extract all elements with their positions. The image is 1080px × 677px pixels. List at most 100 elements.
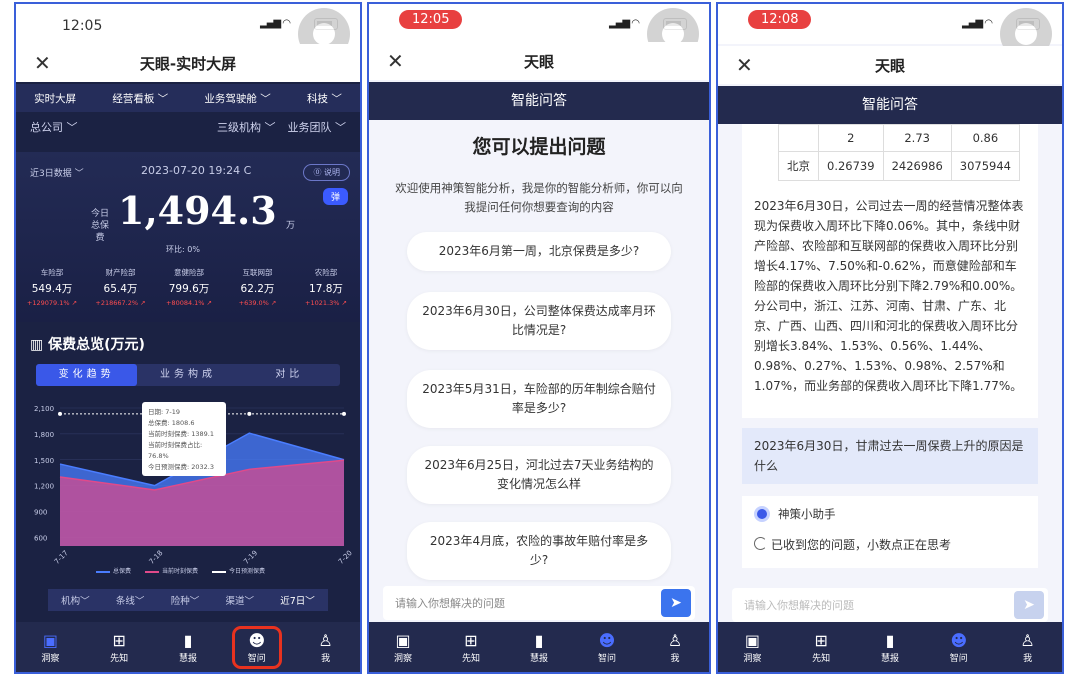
question-input[interactable]: 请输入你想解决的问题 ➤ — [383, 586, 695, 620]
x-tick-label: 7-19 — [242, 549, 259, 566]
assistant-name: 神策小助手 — [778, 507, 836, 521]
legend-total: 总保费 — [96, 566, 131, 575]
filter-product[interactable]: 险种﹀ — [171, 593, 200, 607]
range-select[interactable]: 近3日数据 ﹀ — [30, 166, 84, 179]
page-title: 天眼 — [874, 57, 905, 75]
tab-cockpit[interactable]: 业务驾驶舱 ﹀ — [204, 91, 270, 106]
user-icon: ♙ — [1020, 630, 1035, 650]
tab-me[interactable]: ♙ 我 — [1006, 631, 1050, 664]
x-tick-label: 7-17 — [53, 549, 70, 566]
tab-prophet[interactable]: ⊞ 先知 — [97, 631, 141, 664]
answer-text: 2023年6月30日，公司过去一周的经营情况整体表现为保费收入周环比下降0.06… — [754, 199, 1024, 393]
chart-filters: 机构﹀ 条线﹀ 险种﹀ 渠道﹀ 近7日﹀ — [48, 589, 328, 611]
tab-ask[interactable]: ☻ 智问 — [585, 631, 629, 664]
tab-me[interactable]: ♙ 我 — [304, 631, 348, 664]
kpi-unit: 万 — [286, 221, 296, 231]
suggested-question[interactable]: 2023年6月30日，公司整体保费达成率月环比情况是? — [407, 292, 671, 350]
send-icon[interactable]: ➤ — [1014, 591, 1044, 619]
tab-ask[interactable]: ☻ 智问 — [937, 631, 981, 664]
tab-ask[interactable]: ☻ 智问 — [231, 625, 282, 669]
suggested-question[interactable]: 2023年4月底，农险的事故年赔付率是多少? — [407, 522, 671, 580]
phone-realtime-screen: 12:05 ▂▄▆ ◠ ✕ 天眼-实时大屏 实时大屏 经营看板 ﹀ 业务驾驶舱 … — [14, 2, 362, 674]
thinking-status: 已收到您的问题，小数点正在思考 — [754, 536, 1026, 553]
kpi-value: 1,494.3 — [118, 188, 277, 233]
y-tick-label: 1,500 — [34, 457, 54, 465]
user-icon: ♙ — [318, 630, 333, 650]
clock: 12:05 — [62, 18, 103, 34]
dept-metrics: 车险部 549.4万 +129079.1% ↗ 财产险部 65.4万 +218667.2… — [22, 267, 356, 307]
x-tick-label: 7-20 — [337, 549, 354, 566]
tab-prophet[interactable]: ⊞ 先知 — [449, 631, 493, 664]
ratio-text: 环比: 0% — [166, 245, 200, 254]
table-row: 北京 0.26739 2426986 3075944 — [778, 151, 1021, 181]
metric-health[interactable]: 意健险部 799.6万 +80084.1% ↗ — [159, 267, 219, 307]
seg-trend[interactable]: 变化趋势 — [36, 364, 138, 386]
title-bar: ✕ 天眼-实时大屏 — [16, 44, 360, 82]
section-title: ▥ 保费总览(万元) — [30, 337, 145, 353]
level3-org-select[interactable]: 三级机构 ﹀ — [217, 119, 276, 135]
explain-button[interactable]: ⓪ 说明 — [303, 164, 350, 181]
metric-property[interactable]: 财产险部 65.4万 +218667.2% ↗ — [91, 267, 151, 307]
y-tick-label: 900 — [34, 509, 47, 517]
assistant-avatar — [754, 506, 770, 522]
status-bar: 12:05 ▂▄▆ ◠ — [369, 4, 709, 60]
title-bar: ✕ 天眼 — [369, 42, 709, 80]
tab-report[interactable]: ▮ 慧报 — [166, 631, 210, 664]
plus-box-icon: ⊞ — [464, 630, 478, 650]
insight-icon: ▣ — [395, 630, 411, 650]
tab-insight[interactable]: ▣ 洞察 — [730, 631, 774, 664]
qa-heading: 您可以提出问题 — [472, 136, 606, 158]
send-icon[interactable]: ➤ — [661, 589, 691, 617]
document-icon: ▮ — [534, 630, 544, 650]
y-tick-label: 600 — [34, 534, 47, 542]
y-tick-label: 1,200 — [34, 483, 54, 491]
document-icon: ▮ — [183, 630, 193, 650]
forecast-point — [342, 411, 346, 416]
bottom-tabbar: ▣ 洞察 ⊞ 先知 ▮ 慧报 ☻ 智问 ♙ 我 — [16, 622, 360, 672]
team-select[interactable]: 业务团队 ﹀ — [288, 119, 347, 135]
plus-box-icon: ⊞ — [112, 630, 126, 650]
title-bar: ✕ 天眼 — [718, 46, 1062, 84]
suggested-question[interactable]: 2023年6月25日，河北过去7天业务结构的变化情况怎么样 — [407, 446, 671, 504]
tab-realtime[interactable]: 实时大屏 — [34, 91, 76, 106]
legend-current: 当前时刻保费 — [145, 566, 198, 575]
tab-me[interactable]: ♙ 我 — [653, 631, 697, 664]
assistant-message: 神策小助手 已收到您的问题，小数点正在思考 — [742, 496, 1038, 568]
tab-prophet[interactable]: ⊞ 先知 — [799, 631, 843, 664]
page-title: 天眼-实时大屏 — [139, 55, 237, 73]
popup-button[interactable]: 弹 — [322, 188, 348, 205]
filter-period[interactable]: 近7日﹀ — [280, 593, 315, 607]
metric-car[interactable]: 车险部 549.4万 +129079.1% ↗ — [22, 267, 82, 307]
filter-org[interactable]: 机构﹀ — [61, 593, 90, 607]
document-icon: ▮ — [885, 630, 895, 650]
tab-dashboard[interactable]: 经营看板 ﹀ — [112, 91, 168, 106]
phone-qa-answer: 12:08 ▂▄▆ ◠ ✕ 天眼 智能问答 2 2.73 0.86 北京 0.2673… — [716, 2, 1064, 674]
signal-wifi-icon: ▂▄▆ ◠ — [609, 18, 640, 29]
suggested-question[interactable]: 2023年6月第一周，北京保费是多少? — [407, 232, 671, 271]
filter-channel[interactable]: 渠道﹀ — [225, 593, 254, 607]
tab-insight[interactable]: ▣ 洞察 — [381, 631, 425, 664]
metric-agri[interactable]: 农险部 17.8万 +1021.3% ↗ — [296, 267, 356, 307]
kpi-label: 今日总保费 — [90, 209, 109, 243]
metric-internet[interactable]: 互联网部 62.2万 +639.0% ↗ — [228, 267, 288, 307]
question-input[interactable]: 请输入你想解决的问题 ➤ — [732, 588, 1048, 622]
tab-insight[interactable]: ▣ 洞察 — [28, 631, 72, 664]
tab-report[interactable]: ▮ 慧报 — [517, 631, 561, 664]
company-select[interactable]: 总公司 ﹀ — [30, 119, 78, 135]
user-question-bubble: 2023年6月30日，甘肃过去一周保费上升的原因是什么 — [742, 428, 1038, 484]
legend-forecast: 今日预测保费 — [212, 566, 265, 575]
robot-icon: ☻ — [598, 630, 616, 650]
seg-compare[interactable]: 对比 — [239, 364, 340, 386]
update-time: 2023-07-20 19:24 C — [141, 164, 252, 177]
chart-legend: 总保费 当前时刻保费 今日预测保费 — [96, 566, 265, 575]
page-title: 天眼 — [523, 53, 554, 71]
clock: 12:05 — [399, 10, 463, 29]
tab-tech[interactable]: 科技 ﹀ — [307, 91, 342, 106]
robot-icon: ☻ — [950, 630, 968, 650]
suggested-question[interactable]: 2023年5月31日，车险部的历年制综合赔付率是多少? — [407, 370, 671, 428]
status-bar: 12:08 ▂▄▆ ◠ — [718, 4, 1062, 60]
seg-composition[interactable]: 业务构成 — [137, 364, 238, 386]
x-tick-label: 7-18 — [148, 549, 165, 566]
filter-line[interactable]: 条线﹀ — [116, 593, 145, 607]
tab-report[interactable]: ▮ 慧报 — [868, 631, 912, 664]
